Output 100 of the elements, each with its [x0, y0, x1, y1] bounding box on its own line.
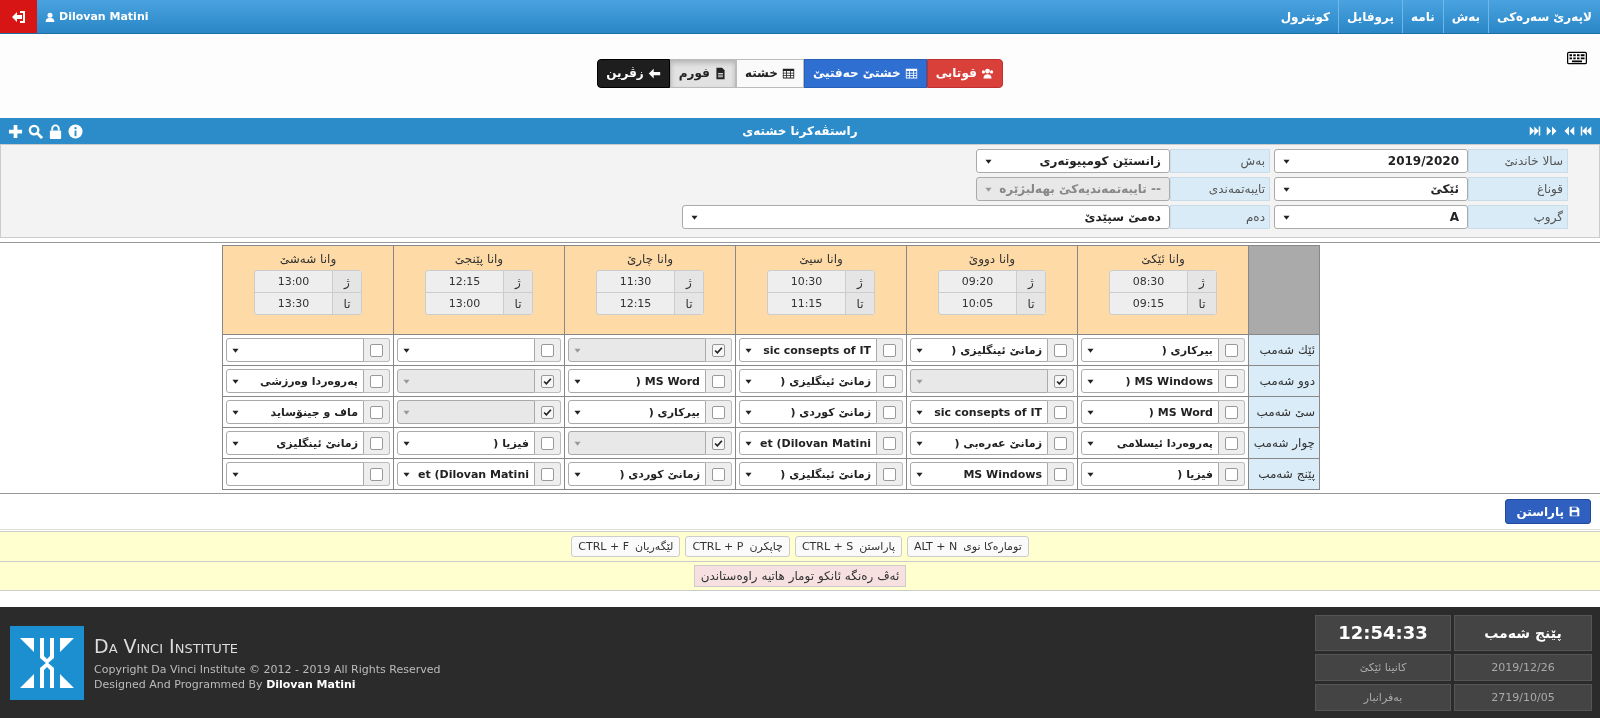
caret-icon: [574, 470, 581, 478]
checkbox[interactable]: [883, 467, 896, 481]
checkbox[interactable]: [712, 374, 725, 388]
checkbox[interactable]: [541, 467, 554, 481]
checkbox[interactable]: [1225, 467, 1238, 481]
lesson-select[interactable]: زمانێ ئینگلیزی (: [910, 338, 1048, 362]
time-value: 09:20: [960, 274, 995, 290]
caret-icon: [574, 377, 581, 385]
mode-button[interactable]: فورم: [669, 58, 736, 88]
checkbox[interactable]: [883, 405, 896, 419]
lesson-select[interactable]: MS Windows: [910, 462, 1048, 486]
lesson-select[interactable]: زمانێ ئینگلیزی (: [739, 369, 877, 393]
checkbox[interactable]: [1054, 374, 1067, 388]
checkbox[interactable]: [541, 436, 554, 450]
checkbox[interactable]: [883, 374, 896, 388]
lesson-select[interactable]: بیرکاری (: [1081, 338, 1219, 362]
panel-title: راستڤەکرنا خشتەی: [742, 124, 858, 138]
checkbox[interactable]: [370, 374, 383, 388]
checkbox[interactable]: [370, 405, 383, 419]
checkbox[interactable]: [370, 343, 383, 357]
select-field[interactable]: ئێکێ: [1274, 177, 1468, 201]
checkbox[interactable]: [541, 343, 554, 357]
checkbox[interactable]: [370, 436, 383, 450]
field-label: قوناغ: [1468, 177, 1568, 201]
checkbox[interactable]: [883, 436, 896, 450]
time-value: 10:30: [789, 274, 824, 290]
checkbox[interactable]: [712, 405, 725, 419]
checkbox[interactable]: [1225, 436, 1238, 450]
lesson-select[interactable]: sic consepts of IT: [910, 400, 1048, 424]
lesson-select[interactable]: زمانێ عەرەبی (: [910, 431, 1048, 455]
lesson-select[interactable]: [568, 338, 706, 362]
select-field[interactable]: دەمێ سپێدێ: [682, 205, 1170, 229]
lesson-select[interactable]: MS Word (: [1081, 400, 1219, 424]
lesson-select[interactable]: [910, 369, 1048, 393]
checkbox[interactable]: [1054, 343, 1067, 357]
lock-icon[interactable]: [48, 123, 63, 139]
lesson-select[interactable]: [226, 338, 364, 362]
lesson-select[interactable]: [397, 369, 535, 393]
checkbox[interactable]: [712, 467, 725, 481]
lesson-select[interactable]: زمانێ کوردی (: [739, 400, 877, 424]
time-label: تا: [503, 293, 532, 314]
users-icon: [980, 66, 994, 80]
logout-icon: [10, 8, 27, 25]
lesson-select[interactable]: [226, 462, 364, 486]
info-icon[interactable]: [68, 123, 83, 139]
lesson-select[interactable]: et (Dilovan Matini: [739, 431, 877, 455]
mode-button[interactable]: زڤرین: [597, 58, 670, 88]
previous-icon[interactable]: [1563, 125, 1575, 137]
date-box: کانینا ئێکێ: [1315, 653, 1451, 681]
search-icon[interactable]: [28, 123, 43, 139]
checkbox[interactable]: [541, 405, 554, 419]
checkbox[interactable]: [712, 436, 725, 450]
save-button[interactable]: پاراستن: [1505, 499, 1591, 524]
lesson-select[interactable]: MS Windows (: [1081, 369, 1219, 393]
logout-button[interactable]: [0, 0, 37, 33]
checkbox[interactable]: [883, 343, 896, 357]
caret-icon: [574, 408, 581, 416]
lesson-select[interactable]: et (Dilovan Matini: [397, 462, 535, 486]
lesson-select[interactable]: پەروەردا ئیسلامی: [1081, 431, 1219, 455]
check-icon: [1056, 376, 1065, 386]
lesson-select[interactable]: زمانێ ئینگلیزی (: [739, 462, 877, 486]
checkbox[interactable]: [1225, 343, 1238, 357]
lesson-select[interactable]: [397, 400, 535, 424]
mode-button[interactable]: خشتە: [735, 58, 804, 88]
checkbox[interactable]: [1054, 405, 1067, 419]
check-icon: [543, 376, 552, 386]
lesson-select[interactable]: sic consepts of IT: [739, 338, 877, 362]
caret-icon: [403, 408, 410, 416]
lesson-select[interactable]: ماف و جینۆساید: [226, 400, 364, 424]
caret-icon: [232, 377, 239, 385]
lesson-select[interactable]: MS Word (: [568, 369, 706, 393]
checkbox[interactable]: [712, 343, 725, 357]
time-label: تا: [845, 293, 874, 314]
checkbox[interactable]: [541, 374, 554, 388]
lesson-select[interactable]: فیزیا (: [1081, 462, 1219, 486]
last-icon[interactable]: [1529, 125, 1541, 137]
lesson-select[interactable]: [397, 338, 535, 362]
checkbox[interactable]: [1225, 374, 1238, 388]
plus-icon[interactable]: [8, 123, 23, 139]
day-label: پێنج شەمب: [1248, 458, 1320, 490]
lesson-title: وانا دووێ: [967, 252, 1017, 266]
checkbox[interactable]: [1054, 436, 1067, 450]
select-field[interactable]: A: [1274, 205, 1468, 229]
caret-icon: [574, 346, 581, 354]
lesson-select[interactable]: [568, 431, 706, 455]
lesson-select[interactable]: پەروەردا وەرزشی: [226, 369, 364, 393]
next-icon[interactable]: [1546, 125, 1558, 137]
checkbox[interactable]: [1225, 405, 1238, 419]
checkbox[interactable]: [370, 467, 383, 481]
lesson-select[interactable]: زمانێ ئینگلیزی: [226, 431, 364, 455]
select-field[interactable]: 2019/2020: [1274, 149, 1468, 173]
mode-button[interactable]: قوتابی: [926, 58, 1003, 88]
lesson-select[interactable]: زمانێ کوردی (: [568, 462, 706, 486]
lesson-select[interactable]: بیرکاری (: [568, 400, 706, 424]
select-field[interactable]: زانستێن کومپیوتەری: [976, 149, 1170, 173]
field-label: دەم: [1170, 205, 1270, 229]
checkbox[interactable]: [1054, 467, 1067, 481]
mode-button[interactable]: خشتێ حەفتیێ: [803, 58, 927, 88]
lesson-select[interactable]: فیزیا (: [397, 431, 535, 455]
first-icon[interactable]: [1580, 125, 1592, 137]
